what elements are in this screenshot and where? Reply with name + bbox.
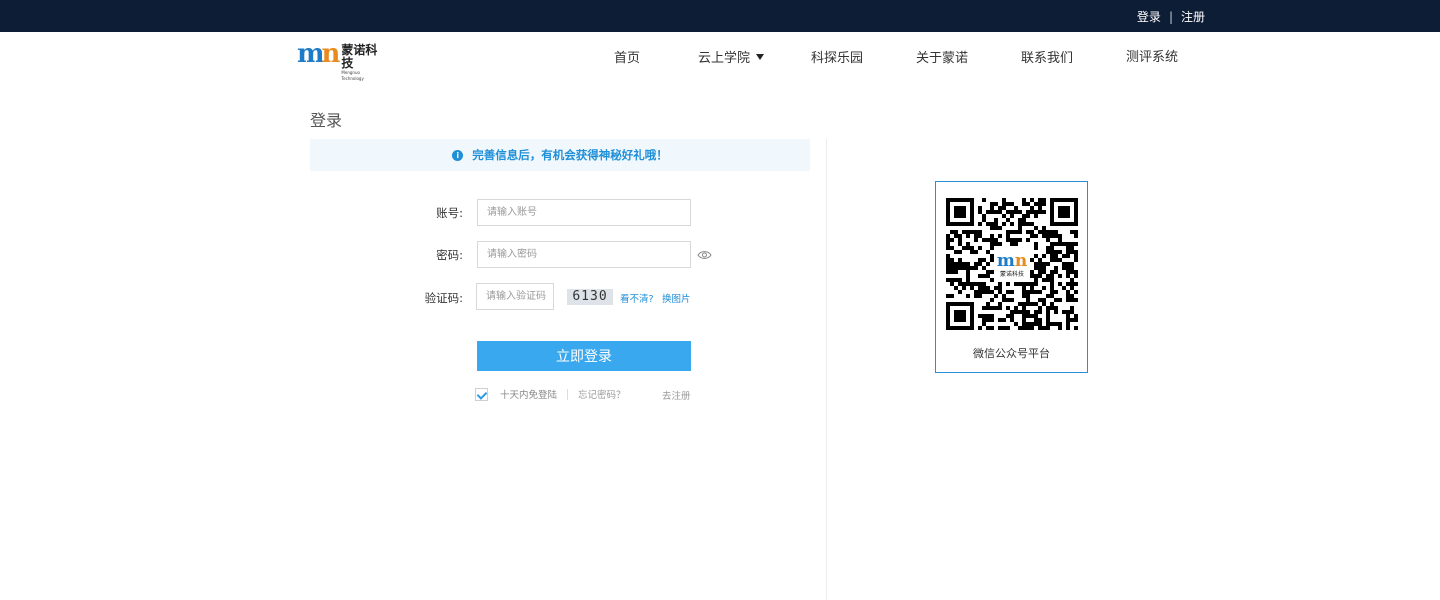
account-input[interactable] [477, 199, 691, 226]
top-bar: 登录 | 注册 [0, 0, 1440, 32]
remember-label: 十天内免登陆 [500, 390, 558, 401]
forgot-password-link[interactable]: 忘记密码？ [578, 387, 626, 401]
captcha-image[interactable]: 6130 [567, 289, 613, 305]
svg-text:mn: mn [997, 251, 1027, 271]
captcha-unclear-link[interactable]: 看不清? [620, 291, 654, 305]
account-label: 账号: [436, 206, 463, 220]
account-links: 登录 | 注册 [1137, 8, 1205, 25]
nav-item-home[interactable]: 首页 [614, 47, 640, 66]
eye-icon[interactable] [697, 250, 712, 260]
top-link-separator: | [1168, 9, 1173, 24]
top-login-link[interactable]: 登录 [1137, 8, 1161, 25]
info-icon: i [452, 149, 464, 161]
caret-down-icon [756, 54, 765, 60]
qr-code-panel: mn 蒙诺科技 微信公众号平台 [935, 181, 1088, 373]
logo-mark: mn [297, 39, 340, 69]
nav-item-cloud-academy[interactable]: 云上学院 [698, 47, 765, 66]
password-input[interactable] [477, 241, 691, 268]
captcha-input[interactable] [476, 283, 554, 310]
remember-checkbox[interactable] [475, 387, 488, 401]
login-button[interactable]: 立即登录 [477, 341, 691, 371]
captcha-label: 验证码: [424, 291, 463, 305]
brand-logo[interactable]: mn 蒙诺科技 Mengnuo Technology [297, 39, 379, 81]
nav-item-contact[interactable]: 联系我们 [1021, 47, 1073, 66]
logo-name-en: Mengnuo Technology [341, 70, 364, 81]
notice-bar: i 完善信息后，有机会获得神秘好礼哦！ [310, 139, 810, 171]
separator [567, 388, 569, 400]
go-register-link[interactable]: 去注册 [662, 388, 691, 402]
page-title: 登录 [310, 111, 343, 130]
nav-item-about[interactable]: 关于蒙诺 [916, 47, 968, 66]
wechat-qr-code: mn蒙诺科技 [946, 198, 1078, 330]
captcha-refresh-link[interactable]: 换图片 [662, 291, 691, 305]
vertical-divider [826, 139, 827, 600]
notice-text: 完善信息后，有机会获得神秘好礼哦！ [472, 148, 668, 162]
qr-caption: 微信公众号平台 [973, 347, 1050, 360]
nav-item-science-park[interactable]: 科探乐园 [811, 47, 863, 66]
logo-name-cn: 蒙诺科技 [341, 43, 378, 70]
remember-row: 十天内免登陆 忘记密码？ [475, 387, 626, 401]
top-register-link[interactable]: 注册 [1181, 8, 1205, 25]
password-label: 密码: [436, 248, 463, 262]
svg-text:蒙诺科技: 蒙诺科技 [1000, 270, 1024, 278]
nav-item-assessment[interactable]: 测评系统 [1126, 46, 1178, 65]
